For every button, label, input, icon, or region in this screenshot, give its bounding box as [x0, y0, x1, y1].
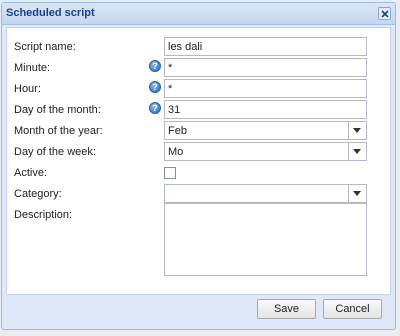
- chevron-down-icon: [353, 149, 361, 154]
- day-of-month-help-icon[interactable]: ?: [149, 102, 161, 114]
- category-label: Category:: [14, 188, 62, 200]
- script-name-value: les dali: [168, 41, 203, 53]
- hour-label: Hour:: [14, 83, 41, 95]
- day-of-week-select[interactable]: Mo: [164, 142, 367, 161]
- chevron-down-icon: [353, 191, 361, 196]
- month-of-year-value: Feb: [168, 125, 187, 137]
- scheduled-script-dialog: Scheduled script Script name: les dali M…: [1, 2, 396, 330]
- hour-input[interactable]: *: [164, 79, 367, 98]
- day-of-month-input[interactable]: 31: [164, 100, 367, 119]
- hour-value: *: [168, 83, 173, 95]
- month-of-year-label: Month of the year:: [14, 125, 103, 137]
- minute-label: Minute:: [14, 62, 51, 74]
- chevron-down-icon: [353, 128, 361, 133]
- active-checkbox[interactable]: [164, 167, 176, 179]
- minute-value: *: [168, 62, 173, 74]
- minute-help-icon[interactable]: ?: [149, 60, 161, 72]
- description-label: Description:: [14, 209, 73, 221]
- day-of-week-label: Day of the week:: [14, 146, 96, 158]
- dialog-titlebar[interactable]: Scheduled script: [2, 3, 395, 25]
- form-panel: Script name: les dali Minute: ? * Hour: …: [6, 27, 391, 295]
- category-dropdown-trigger[interactable]: [348, 185, 366, 202]
- day-of-week-dropdown-trigger[interactable]: [348, 143, 366, 160]
- day-of-month-value: 31: [168, 104, 181, 116]
- day-of-month-label: Day of the month:: [14, 104, 101, 116]
- month-dropdown-trigger[interactable]: [348, 122, 366, 139]
- close-button[interactable]: [378, 7, 391, 20]
- save-button[interactable]: Save: [257, 299, 316, 319]
- month-of-year-select[interactable]: Feb: [164, 121, 367, 140]
- cancel-button[interactable]: Cancel: [323, 299, 382, 319]
- day-of-week-value: Mo: [168, 146, 184, 158]
- minute-input[interactable]: *: [164, 58, 367, 77]
- script-name-label: Script name:: [14, 41, 76, 53]
- hour-help-icon[interactable]: ?: [149, 81, 161, 93]
- dialog-title: Scheduled script: [6, 7, 95, 19]
- close-icon: [381, 10, 389, 18]
- category-select[interactable]: [164, 184, 367, 203]
- description-textarea[interactable]: [164, 203, 367, 276]
- script-name-input[interactable]: les dali: [164, 37, 367, 56]
- active-label: Active:: [14, 167, 48, 179]
